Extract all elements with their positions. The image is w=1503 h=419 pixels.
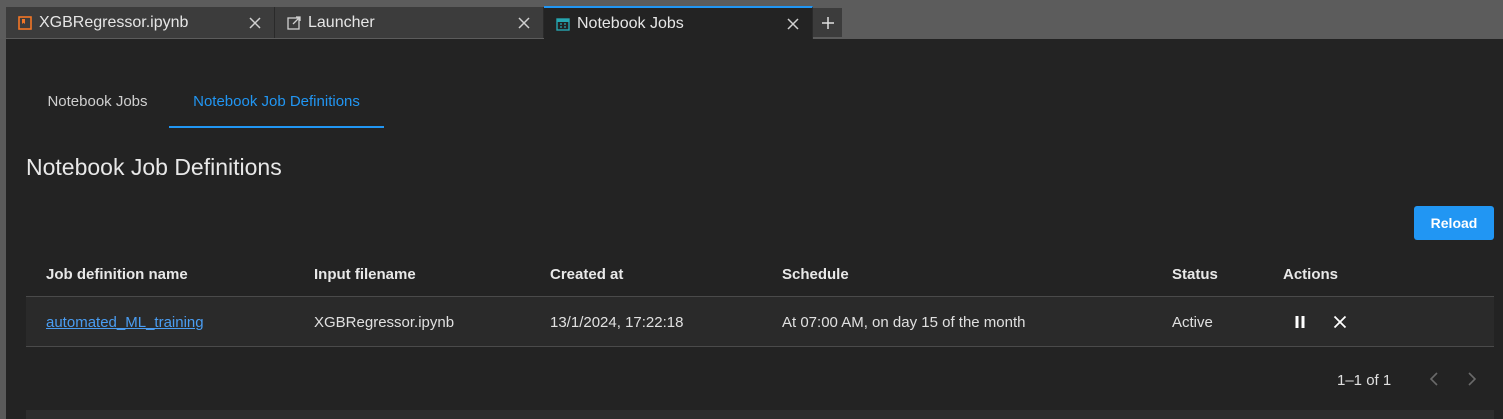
header-schedule: Schedule — [782, 266, 849, 283]
reload-button[interactable]: Reload — [1414, 206, 1494, 240]
created-at-cell: 13/1/2024, 17:22:18 — [550, 314, 684, 331]
tab-launcher[interactable]: Launcher — [275, 7, 544, 38]
header-actions: Actions — [1283, 266, 1339, 283]
table-row — [26, 297, 1494, 346]
calendar-icon — [556, 17, 570, 31]
header-job-definition-name: Job definition name — [46, 266, 188, 283]
launch-icon — [287, 15, 301, 30]
job-definition-link[interactable]: automated_ML_training — [46, 314, 204, 331]
close-icon[interactable] — [786, 17, 800, 31]
input-filename-cell: XGBRegressor.ipynb — [314, 314, 455, 331]
tab-notebook-jobs-list[interactable]: Notebook Jobs — [26, 80, 169, 128]
tab-notebook-jobs[interactable]: Notebook Jobs — [544, 6, 813, 39]
divider — [26, 346, 1494, 347]
tab-label: Notebook Jobs — [577, 14, 684, 32]
pagination-label: 1–1 of 1 — [1337, 372, 1392, 389]
header-input-filename: Input filename — [314, 266, 416, 283]
main-panel: Notebook Jobs Notebook Job Definitions N… — [6, 39, 1503, 419]
tab-label: XGBRegressor.ipynb — [39, 13, 189, 31]
add-tab-button[interactable] — [813, 8, 842, 37]
tab-bar: XGBRegressor.ipynb Launcher Notebook Job… — [0, 0, 1503, 39]
chevron-left-icon[interactable] — [1425, 369, 1443, 389]
pause-icon[interactable] — [1291, 313, 1309, 331]
scroll-area — [26, 410, 1494, 419]
tab-job-definitions[interactable]: Notebook Job Definitions — [169, 80, 384, 128]
close-icon[interactable] — [248, 16, 262, 30]
close-icon[interactable] — [517, 16, 531, 30]
page-title: Notebook Job Definitions — [26, 154, 282, 180]
tab-xgbregressor[interactable]: XGBRegressor.ipynb — [6, 7, 275, 38]
chevron-right-icon[interactable] — [1463, 369, 1481, 389]
plus-icon — [821, 16, 834, 29]
notebook-icon — [18, 15, 32, 30]
delete-icon[interactable] — [1331, 313, 1349, 331]
status-cell: Active — [1172, 314, 1213, 331]
header-created-at: Created at — [550, 266, 624, 283]
tab-label: Launcher — [308, 13, 375, 31]
schedule-cell: At 07:00 AM, on day 15 of the month — [782, 314, 1026, 331]
header-status: Status — [1172, 266, 1218, 283]
